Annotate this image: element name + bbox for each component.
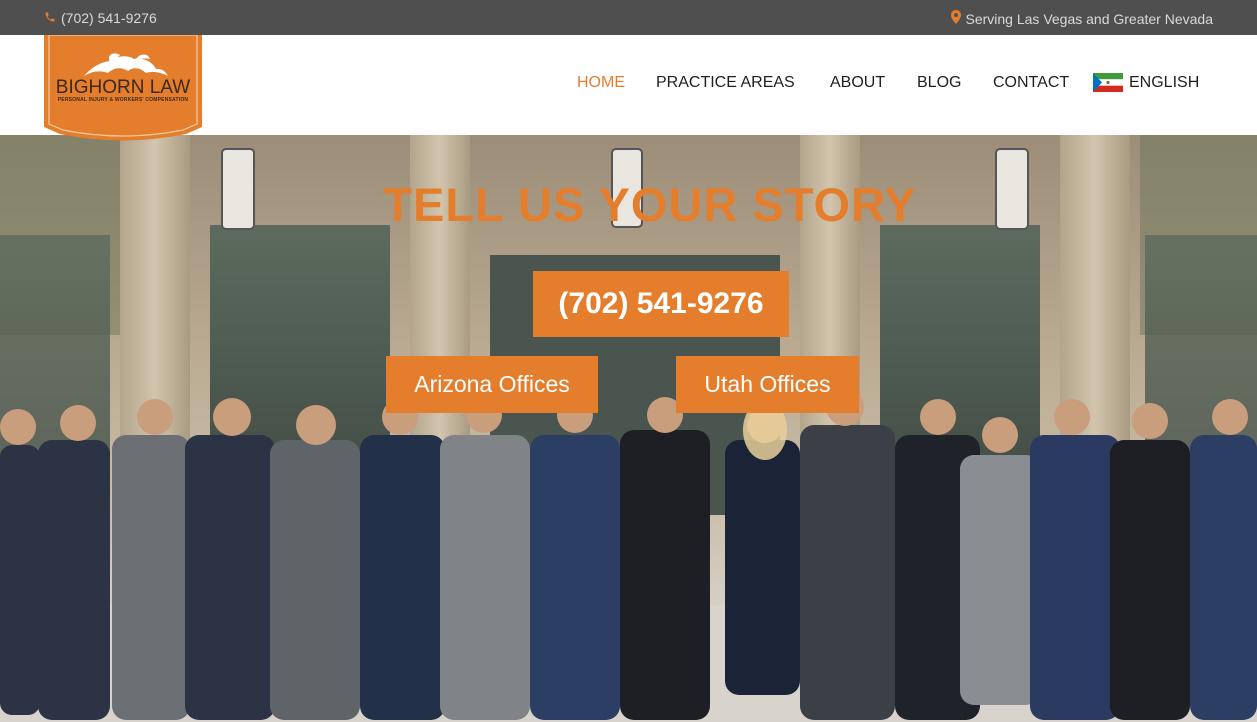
map-pin-icon bbox=[950, 10, 961, 27]
topbar-phone[interactable]: (702) 541-9276 bbox=[44, 10, 157, 26]
nav-practice-areas[interactable]: PRACTICE AREAS bbox=[656, 74, 795, 92]
hero-headline: TELL US YOUR STORY bbox=[383, 178, 917, 231]
nav-contact[interactable]: CONTACT bbox=[993, 74, 1069, 92]
logo-title: BIGHORN LAW bbox=[55, 77, 191, 98]
arizona-offices-button[interactable]: Arizona Offices bbox=[386, 356, 598, 413]
flag-icon[interactable] bbox=[1093, 73, 1123, 92]
nav-home[interactable]: HOME bbox=[577, 74, 625, 92]
service-area-text: Serving Las Vegas and Greater Nevada bbox=[965, 10, 1214, 27]
service-area: Serving Las Vegas and Greater Nevada bbox=[950, 10, 1214, 27]
hero-section: TELL US YOUR STORY (702) 541-9276 Arizon… bbox=[0, 135, 1257, 722]
top-bar: (702) 541-9276 Serving Las Vegas and Gre… bbox=[0, 0, 1257, 35]
topbar-phone-text[interactable]: (702) 541-9276 bbox=[61, 10, 157, 26]
logo-subtitle: PERSONAL INJURY & WORKERS' COMPENSATION bbox=[57, 97, 189, 103]
utah-offices-button[interactable]: Utah Offices bbox=[676, 356, 859, 413]
phone-icon bbox=[44, 11, 56, 26]
nav-blog[interactable]: BLOG bbox=[917, 74, 961, 92]
nav-about[interactable]: ABOUT bbox=[830, 74, 885, 92]
bighorn-law-logo[interactable]: BIGHORN LAW PERSONAL INJURY & WORKERS' C… bbox=[44, 35, 202, 141]
call-button[interactable]: (702) 541-9276 bbox=[533, 271, 789, 337]
language-selector[interactable]: ENGLISH bbox=[1129, 74, 1199, 92]
